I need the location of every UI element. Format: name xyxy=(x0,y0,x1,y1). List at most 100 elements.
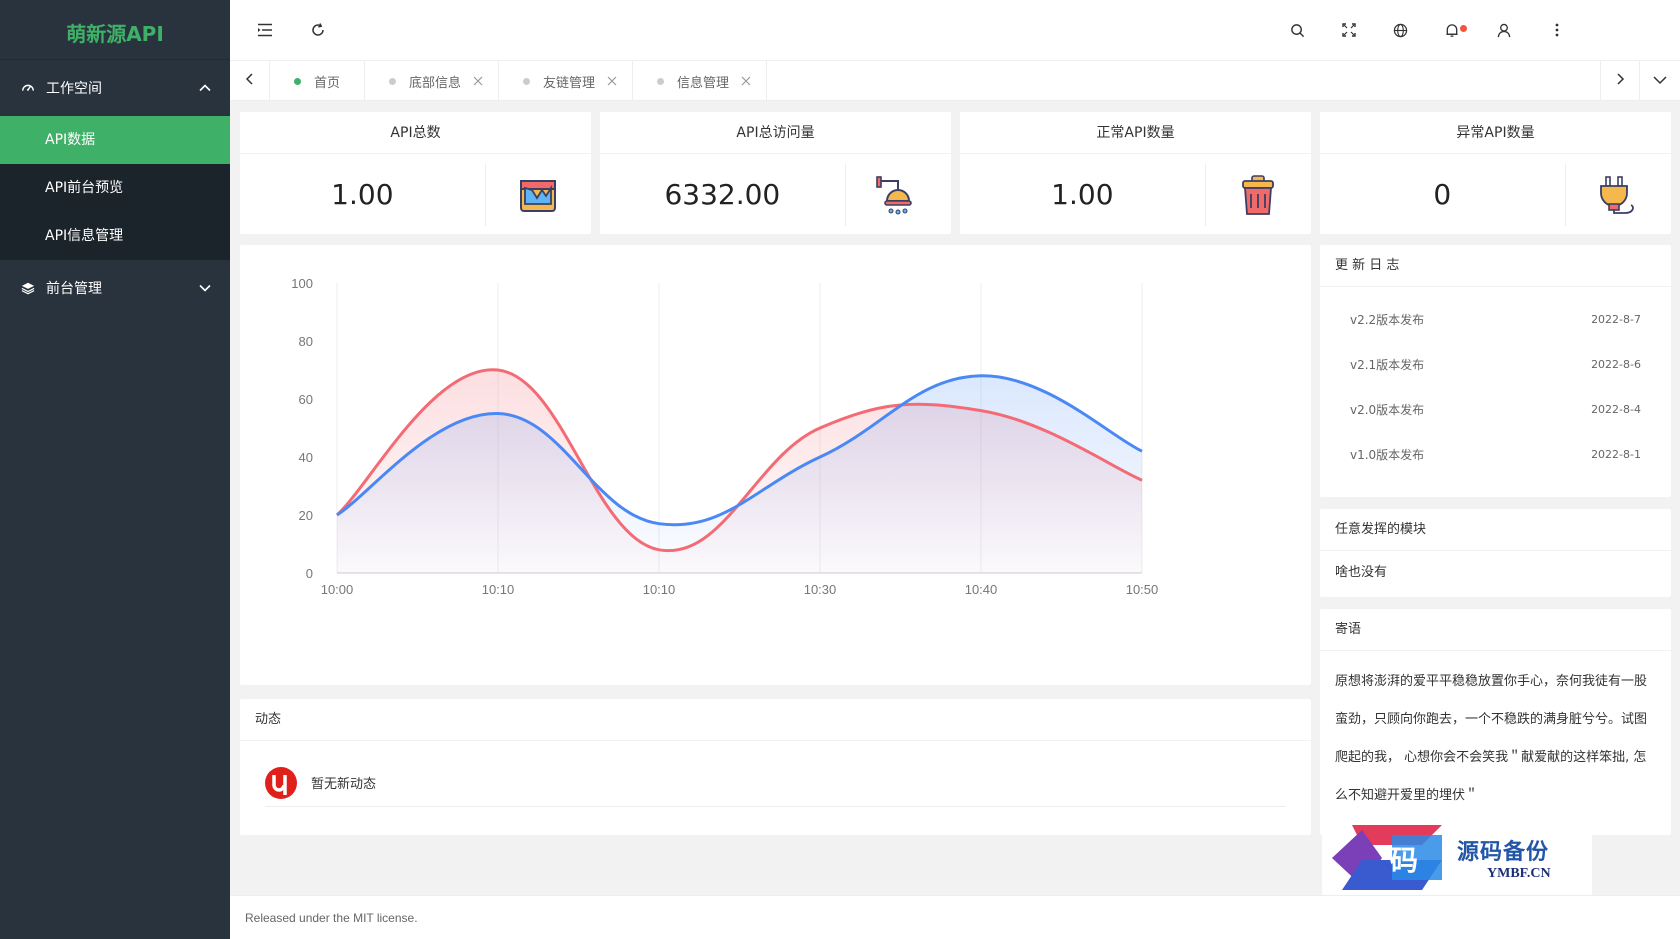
avatar xyxy=(265,766,297,799)
stat-title: 正常API数量 xyxy=(960,112,1311,154)
changelog-card: 更 新 日 志 v2.2版本发布 2022-8-7 v2.1版本发布 2022-8-… xyxy=(1320,245,1671,497)
y-tick-label: 100 xyxy=(291,276,313,291)
x-tick-label: 10:10 xyxy=(482,582,515,597)
y-tick-label: 20 xyxy=(299,508,313,523)
sidebar-group-frontend: 前台管理 xyxy=(0,260,230,316)
watermark-text: 源码备份 YMBF.CN xyxy=(1457,834,1551,881)
close-icon[interactable] xyxy=(607,76,617,86)
chevron-down-icon xyxy=(198,281,212,295)
line-chart: 0 20 40 60 80 100 10:00 10:10 10:10 10:30 10:40 10… xyxy=(291,276,1159,597)
list-item[interactable]: v2.1版本发布 2022-8-6 xyxy=(1350,342,1641,387)
tab-bar: 首页 底部信息 友链管理 信息管理 xyxy=(230,60,1680,101)
stat-card-api-visits: API总访问量 6332.00 xyxy=(600,112,951,234)
refresh-icon[interactable] xyxy=(308,20,328,40)
chevron-up-icon xyxy=(198,81,212,95)
user-icon[interactable] xyxy=(1494,20,1514,40)
search-icon[interactable] xyxy=(1287,20,1307,40)
sidebar-group-frontend-header[interactable]: 前台管理 xyxy=(0,260,230,316)
stat-value: 1.00 xyxy=(240,163,486,226)
changelog-date: 2022-8-4 xyxy=(1591,403,1641,416)
stat-title: 异常API数量 xyxy=(1320,112,1671,154)
list-item[interactable]: v2.0版本发布 2022-8-4 xyxy=(1350,387,1641,432)
sidebar-item-api-info[interactable]: API信息管理 xyxy=(0,212,230,260)
tab-label: 友链管理 xyxy=(543,75,596,91)
activity-empty-text: 暂无新动态 xyxy=(311,777,377,792)
tab-label: 首页 xyxy=(314,75,341,91)
changelog-date: 2022-8-7 xyxy=(1591,313,1641,326)
tab-scroll-right-button[interactable] xyxy=(1600,61,1640,101)
sidebar-group-label: 前台管理 xyxy=(46,281,102,297)
x-tick-label: 10:30 xyxy=(804,582,837,597)
list-item[interactable]: v1.0版本发布 2022-8-1 xyxy=(1350,432,1641,477)
tab-status-dot xyxy=(389,77,397,85)
close-icon[interactable] xyxy=(473,76,483,86)
stat-value: 0 xyxy=(1320,163,1566,226)
module-title: 任意发挥的模块 xyxy=(1320,509,1671,551)
tab-friendlink[interactable]: 友链管理 xyxy=(499,61,634,101)
y-tick-label: 40 xyxy=(299,450,313,465)
tab-list: 首页 底部信息 友链管理 信息管理 xyxy=(270,61,768,101)
message-title: 寄语 xyxy=(1320,609,1671,651)
watermark-graphic: 码 xyxy=(1332,825,1442,890)
stat-value: 1.00 xyxy=(960,163,1206,226)
tab-dropdown-button[interactable] xyxy=(1640,61,1680,101)
top-header xyxy=(230,0,1680,60)
changelog-label: v2.1版本发布 xyxy=(1350,358,1425,372)
changelog-label: v2.0版本发布 xyxy=(1350,403,1425,417)
tab-info-manage[interactable]: 信息管理 xyxy=(633,61,768,101)
sidebar-group-workspace-header[interactable]: 工作空间 xyxy=(0,60,230,116)
footer: Released under the MIT license. xyxy=(230,895,1680,939)
stat-card-api-normal: 正常API数量 1.00 xyxy=(960,112,1311,234)
module-text: 啥也没有 xyxy=(1335,565,1388,580)
shower-icon xyxy=(846,155,951,234)
close-icon[interactable] xyxy=(741,76,751,86)
fullscreen-icon[interactable] xyxy=(1339,20,1359,40)
y-tick-label: 80 xyxy=(299,334,313,349)
sidebar-item-api-preview[interactable]: API前台预览 xyxy=(0,164,230,212)
menu-toggle-icon[interactable] xyxy=(255,20,275,40)
tab-home[interactable]: 首页 xyxy=(270,61,366,101)
tab-status-dot xyxy=(523,77,531,85)
line-chart-card: 0 20 40 60 80 100 10:00 10:10 10:10 10:30 10:40 10… xyxy=(240,245,1311,685)
changelog-date: 2022-8-6 xyxy=(1591,358,1641,371)
trash-can-icon xyxy=(1206,155,1311,234)
list-item[interactable]: v2.2版本发布 2022-8-7 xyxy=(1350,297,1641,342)
watermark-en: YMBF.CN xyxy=(1487,866,1551,881)
tab-label: 底部信息 xyxy=(409,75,462,91)
more-vertical-icon[interactable] xyxy=(1547,20,1567,40)
notification-bell-icon[interactable] xyxy=(1442,20,1467,40)
footer-text: Released under the MIT license. xyxy=(245,911,418,925)
module-card: 任意发挥的模块 啥也没有 xyxy=(1320,509,1671,597)
layers-icon xyxy=(20,280,36,296)
tab-label: 信息管理 xyxy=(677,75,730,91)
chevron-left-icon xyxy=(245,73,255,89)
sidebar-item-api-data[interactable]: API数据 xyxy=(0,116,230,164)
x-tick-label: 10:50 xyxy=(1126,582,1159,597)
changelog-list: v2.2版本发布 2022-8-7 v2.1版本发布 2022-8-6 v2.0版本… xyxy=(1320,287,1671,477)
sidebar-group-label: 工作空间 xyxy=(46,81,102,97)
changelog-label: v2.2版本发布 xyxy=(1350,313,1425,327)
chevron-down-icon xyxy=(1653,74,1667,89)
y-tick-label: 0 xyxy=(306,566,313,581)
message-card: 寄语 原想将澎湃的爱平平稳稳放置你手心，奈何我徒有一股蛮劲，只顾向你跑去，一个不… xyxy=(1320,609,1671,835)
stat-title: API总数 xyxy=(240,112,591,154)
chevron-right-icon xyxy=(1615,73,1625,89)
stat-card-api-abnormal: 异常API数量 0 xyxy=(1320,112,1671,234)
x-tick-label: 10:10 xyxy=(643,582,676,597)
tab-status-dot xyxy=(657,77,665,85)
tab-status-dot xyxy=(294,77,301,85)
x-tick-label: 10:00 xyxy=(321,582,354,597)
changelog-date: 2022-8-1 xyxy=(1591,448,1641,461)
sidebar-submenu: API数据 API前台预览 API信息管理 xyxy=(0,116,230,260)
globe-icon[interactable] xyxy=(1390,20,1410,40)
tab-footer-info[interactable]: 底部信息 xyxy=(365,61,500,101)
changelog-label: v1.0版本发布 xyxy=(1350,448,1425,462)
tab-scroll-left-button[interactable] xyxy=(230,61,270,101)
power-plug-icon xyxy=(1566,155,1671,234)
watermark-cn: 源码备份 xyxy=(1457,839,1550,865)
app-logo[interactable]: 萌新源API xyxy=(0,0,230,60)
sidebar-group-workspace: 工作空间 API数据 API前台预览 API信息管理 xyxy=(0,60,230,260)
stat-card-api-total: API总数 1.00 xyxy=(240,112,591,234)
activity-row: 暂无新动态 xyxy=(265,759,1286,807)
stat-value: 6332.00 xyxy=(600,163,846,226)
